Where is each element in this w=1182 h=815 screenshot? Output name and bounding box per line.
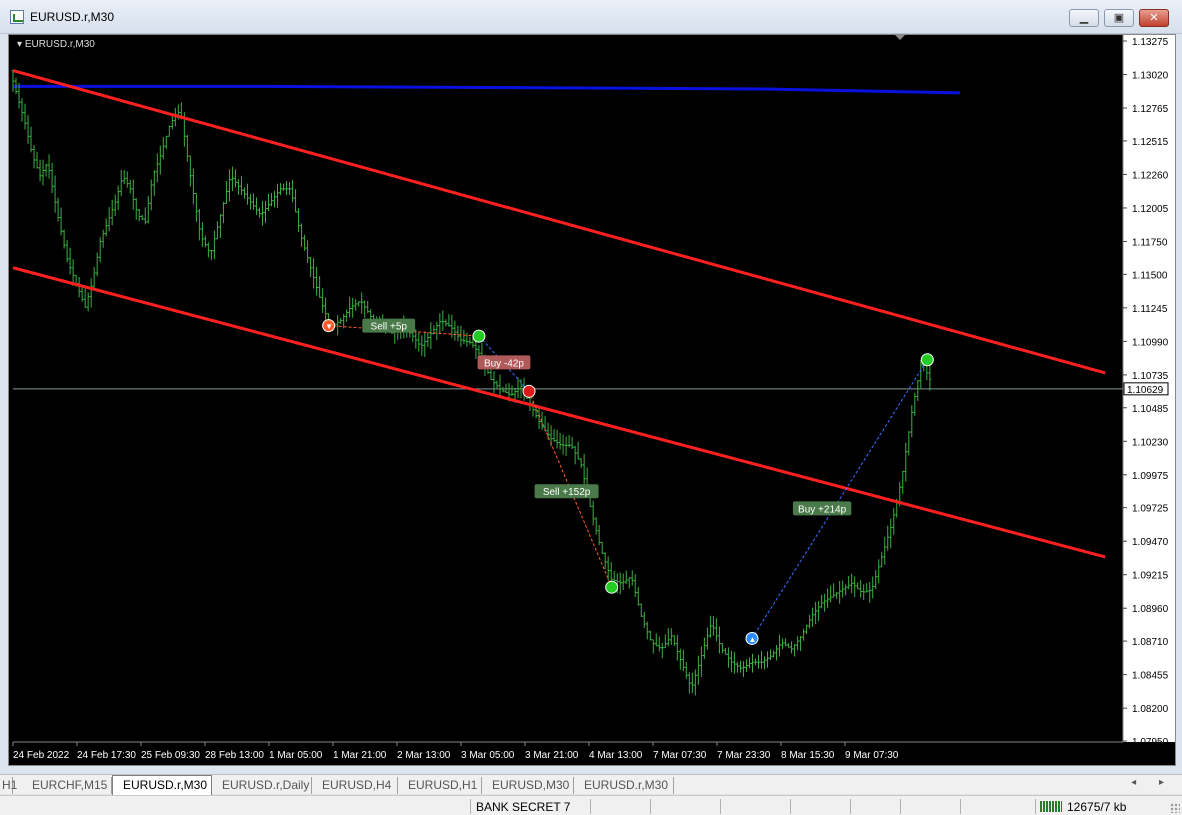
x-tick-label: 24 Feb 17:30 [77, 750, 136, 761]
chart-symbol-label: ▾ EURUSD.r,M30 [17, 39, 95, 50]
current-price-label: 1.10629 [1127, 385, 1164, 396]
y-tick-label: 1.11500 [1132, 270, 1168, 281]
x-tick-label: 2 Mar 13:00 [397, 750, 451, 761]
x-tick-label: 1 Mar 05:00 [269, 750, 323, 761]
trade-result-label[interactable]: Sell +5p [362, 318, 416, 333]
x-tick-label: 7 Mar 23:30 [717, 750, 771, 761]
trade-result-text: Sell +5p [371, 322, 408, 333]
y-tick-label: 1.13020 [1132, 71, 1169, 82]
y-tick-label: 1.12260 [1132, 170, 1169, 181]
y-tick-label: 1.08960 [1132, 604, 1169, 615]
trade-result-label[interactable]: Buy -42p [477, 355, 531, 370]
restore-button[interactable]: ▣ [1104, 9, 1134, 27]
y-tick-label: 1.08200 [1132, 704, 1169, 715]
chart-tab[interactable]: EURUSD,H1 [398, 777, 482, 794]
window-title: EURUSD.r,M30 [30, 10, 115, 24]
y-tick-label: 1.11245 [1132, 304, 1168, 315]
trade-result-text: Buy +214p [798, 504, 847, 515]
y-tick-label: 1.10485 [1132, 404, 1169, 415]
trade-result-text: Sell +152p [543, 487, 591, 498]
window-title-bar[interactable]: EURUSD.r,M30 ▁ ▣ ✕ [0, 0, 1182, 34]
x-tick-label: 28 Feb 13:00 [205, 750, 264, 761]
chart-window-icon [10, 10, 24, 24]
x-tick-label: 9 Mar 07:30 [845, 750, 899, 761]
y-tick-label: 1.10735 [1132, 371, 1169, 382]
y-tick-label: 1.09975 [1132, 471, 1169, 482]
y-tick-label: 1.07950 [1132, 737, 1169, 748]
chart-tab[interactable]: EURUSD.r,Daily [212, 777, 312, 794]
position-close-icon[interactable] [472, 329, 486, 343]
chart-tab[interactable]: EURUSD,M30 [482, 777, 574, 794]
x-tick-label: 25 Feb 09:30 [141, 750, 200, 761]
profile-name[interactable]: BANK SECRET 7 [476, 800, 570, 814]
chart-tab-bar: H1 EURCHF,M15 EURUSD.r,M30 EURUSD.r,Daily EU… [0, 774, 1182, 795]
channel-lower-line[interactable] [12, 266, 1106, 559]
minimize-button[interactable]: ▁ [1069, 9, 1099, 27]
x-tick-label: 4 Mar 13:00 [589, 750, 643, 761]
chart-tab[interactable]: EURUSD.r,M30 [112, 775, 212, 795]
y-tick-label: 1.10230 [1132, 437, 1169, 448]
x-tick-label: 3 Mar 05:00 [461, 750, 515, 761]
position-stop-icon-dot [522, 384, 536, 398]
traffic-counter: 12675/7 kb [1067, 800, 1127, 814]
chart-tab[interactable]: H1 [0, 777, 17, 794]
trade-result-label[interactable]: Buy +214p [792, 501, 852, 516]
y-tick-label: 1.13275 [1132, 37, 1169, 48]
take-profit-icon[interactable] [920, 353, 934, 367]
chart-tab[interactable]: EURUSD,H4 [312, 777, 398, 794]
chart-tab[interactable]: EURCHF,M15 [22, 777, 112, 794]
x-tick-label: 1 Mar 21:00 [333, 750, 387, 761]
price-chart[interactable]: ▼ ▲ Sell +5p Buy -42p Sell +152p Buy +214p 1.… [9, 35, 1175, 765]
buy-entry-icon-glyph: ▲ [748, 635, 756, 644]
sell-entry-icon[interactable]: ▼ [322, 319, 336, 333]
tab-scroll-arrows-icon[interactable]: ◂ ▸ [1131, 777, 1174, 788]
y-tick-label: 1.08455 [1132, 671, 1169, 682]
trade-result-label[interactable]: Sell +152p [534, 484, 599, 499]
x-tick-label: 7 Mar 07:30 [653, 750, 707, 761]
x-tick-label: 24 Feb 2022 [13, 750, 70, 761]
connection-bars-icon [1040, 801, 1062, 812]
status-bar: BANK SECRET 7 12675/7 kb [0, 795, 1182, 815]
close-button[interactable]: ✕ [1139, 9, 1169, 27]
chart-area[interactable]: ▼ ▲ Sell +5p Buy -42p Sell +152p Buy +214p 1.… [8, 34, 1176, 766]
buy-entry-icon[interactable]: ▲ [745, 631, 759, 645]
position-stop-icon[interactable] [522, 384, 536, 398]
take-profit-icon[interactable] [605, 580, 619, 594]
y-tick-label: 1.10990 [1132, 337, 1169, 348]
chart-shift-marker-icon[interactable] [895, 35, 905, 40]
y-tick-label: 1.11750 [1132, 237, 1168, 248]
x-tick-label: 8 Mar 15:30 [781, 750, 835, 761]
position-close-icon-dot [472, 329, 486, 343]
y-tick-label: 1.12005 [1132, 204, 1169, 215]
trade-result-text: Buy -42p [484, 358, 524, 369]
y-tick-label: 1.12765 [1132, 104, 1169, 115]
resize-grip-icon[interactable] [1170, 803, 1180, 813]
take-profit-icon-dot [605, 580, 619, 594]
terminal-window: EURUSD.r,M30 ▁ ▣ ✕ ▼ ▲ Sell +5p Buy -42p Sel… [0, 0, 1182, 815]
y-tick-label: 1.12515 [1132, 137, 1169, 148]
moving-average-line [13, 84, 960, 95]
y-tick-label: 1.08710 [1132, 637, 1169, 648]
channel-upper-line[interactable] [12, 69, 1106, 375]
chart-tab[interactable]: EURUSD.r,M30 [574, 777, 674, 794]
take-profit-icon-dot [920, 353, 934, 367]
x-tick-label: 3 Mar 21:00 [525, 750, 579, 761]
y-tick-label: 1.09470 [1132, 537, 1169, 548]
sell-entry-icon-glyph: ▼ [325, 322, 333, 331]
y-tick-label: 1.09215 [1132, 571, 1169, 582]
y-tick-label: 1.09725 [1132, 504, 1169, 515]
